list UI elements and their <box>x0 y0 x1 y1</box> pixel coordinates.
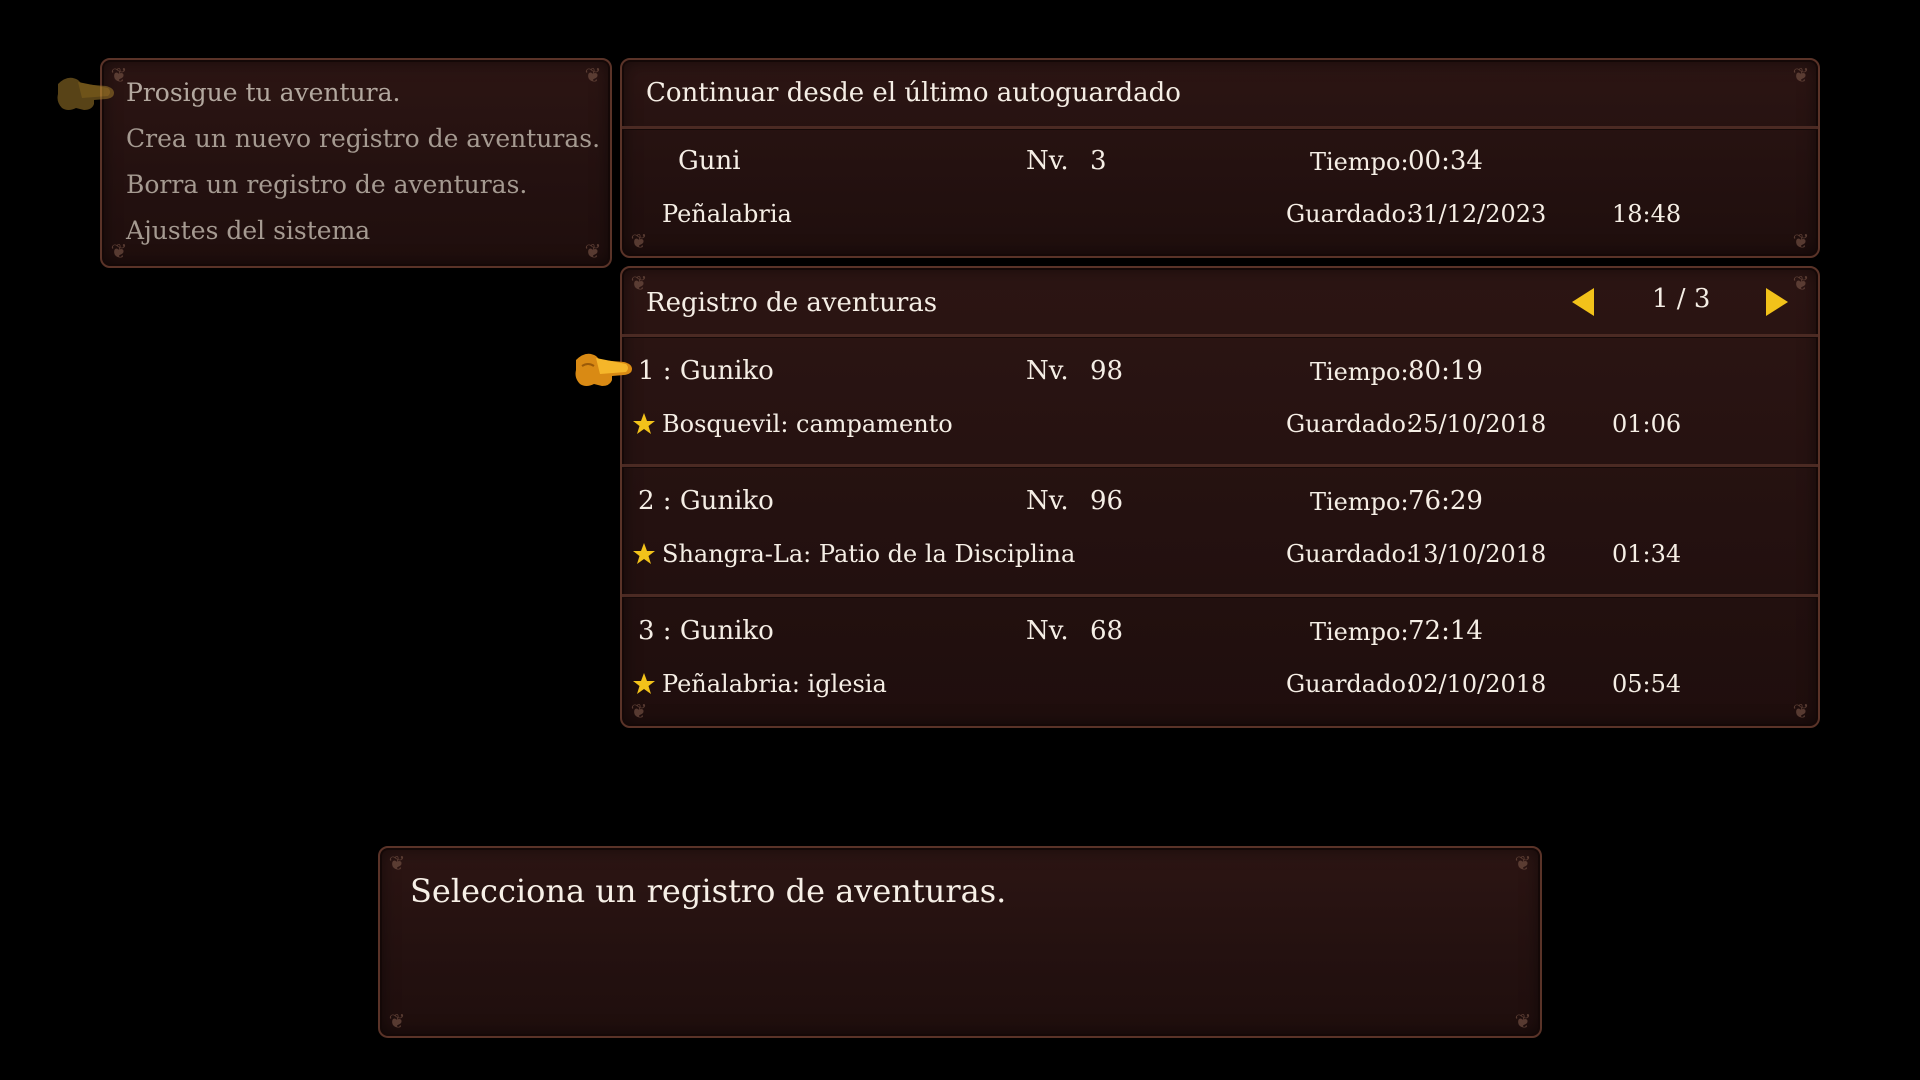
autosave-level-label: Nv. <box>1026 146 1069 176</box>
adventure-log-panel: ❦ ❦ ❦ ❦ Registro de aventuras 1 / 3 1 : … <box>620 266 1820 728</box>
menu-item-delete-record[interactable]: Borra un registro de aventuras. <box>126 170 527 199</box>
records-title: Registro de aventuras <box>646 288 938 318</box>
autosave-location: Peñalabria <box>662 200 792 228</box>
main-menu: ❦ ❦ ❦ ❦ Prosigue tu aventura. Crea un nu… <box>100 58 612 268</box>
record-slot-1[interactable]: 1 : Guniko Nv. 98 Tiempo: 80:19 Bosquevi… <box>622 338 1818 466</box>
slot-time: 76:29 <box>1408 486 1483 516</box>
corner-ornament-icon: ❦ <box>630 229 648 253</box>
corner-ornament-icon: ❦ <box>1792 63 1810 87</box>
slot-time: 72:14 <box>1408 616 1483 646</box>
slot-name: 3 : Guniko <box>638 616 774 646</box>
autosave-name: Guni <box>678 146 741 176</box>
message-box: ❦ ❦ ❦ ❦ Selecciona un registro de aventu… <box>378 846 1542 1038</box>
slot-saved-label: Guardado: <box>1286 410 1414 438</box>
star-icon <box>633 543 655 564</box>
slot-saved-time: 05:54 <box>1612 670 1682 698</box>
autosave-saved-date: 31/12/2023 <box>1408 200 1547 228</box>
divider <box>622 334 1818 337</box>
pointing-hand-icon <box>575 353 632 386</box>
record-slot-2[interactable]: 2 : Guniko Nv. 96 Tiempo: 76:29 Shangra-… <box>622 468 1818 596</box>
autosave-time: 00:34 <box>1408 146 1483 176</box>
arrow-left-icon[interactable] <box>1572 288 1594 316</box>
slot-location: Peñalabria: iglesia <box>662 670 887 698</box>
slot-location: Shangra-La: Patio de la Disciplina <box>662 540 1076 568</box>
corner-ornament-icon: ❦ <box>1514 851 1532 875</box>
divider <box>622 126 1818 129</box>
slot-saved-label: Guardado: <box>1286 670 1414 698</box>
corner-ornament-icon: ❦ <box>1792 271 1810 295</box>
slot-saved-label: Guardado: <box>1286 540 1414 568</box>
record-slot-3[interactable]: 3 : Guniko Nv. 68 Tiempo: 72:14 Peñalabr… <box>622 598 1818 726</box>
menu-item-new-record[interactable]: Crea un nuevo registro de aventuras. <box>126 124 600 153</box>
slot-saved-date: 02/10/2018 <box>1408 670 1547 698</box>
corner-ornament-icon: ❦ <box>584 63 602 87</box>
corner-ornament-icon: ❦ <box>388 851 406 875</box>
autosave-panel[interactable]: ❦ ❦ ❦ Continuar desde el último autoguar… <box>620 58 1820 258</box>
slot-level: 98 <box>1090 356 1124 386</box>
slot-time-label: Tiempo: <box>1310 488 1409 516</box>
autosave-saved-label: Guardado: <box>1286 200 1414 228</box>
slot-saved-date: 25/10/2018 <box>1408 410 1547 438</box>
slot-name: 1 : Guniko <box>638 356 774 386</box>
slot-name: 2 : Guniko <box>638 486 774 516</box>
menu-item-continue[interactable]: Prosigue tu aventura. <box>126 78 400 107</box>
corner-ornament-icon: ❦ <box>1792 229 1810 253</box>
slot-location: Bosquevil: campamento <box>662 410 953 438</box>
autosave-level: 3 <box>1090 146 1107 176</box>
slot-level-label: Nv. <box>1026 356 1069 386</box>
slot-saved-time: 01:34 <box>1612 540 1682 568</box>
page-indicator: 1 / 3 <box>1652 284 1711 314</box>
slot-saved-date: 13/10/2018 <box>1408 540 1547 568</box>
autosave-title: Continuar desde el último autoguardado <box>646 78 1181 108</box>
slot-level: 96 <box>1090 486 1124 516</box>
slot-level: 68 <box>1090 616 1124 646</box>
autosave-saved-time: 18:48 <box>1612 200 1682 228</box>
divider <box>622 464 1818 467</box>
slot-time: 80:19 <box>1408 356 1483 386</box>
star-icon <box>633 673 655 694</box>
slot-level-label: Nv. <box>1026 486 1069 516</box>
star-icon <box>633 413 655 434</box>
slot-time-label: Tiempo: <box>1310 618 1409 646</box>
message-text: Selecciona un registro de aventuras. <box>410 872 1007 910</box>
arrow-right-icon[interactable] <box>1766 288 1788 316</box>
slot-saved-time: 01:06 <box>1612 410 1682 438</box>
divider <box>622 594 1818 597</box>
corner-ornament-icon: ❦ <box>388 1009 406 1033</box>
corner-ornament-icon: ❦ <box>1514 1009 1532 1033</box>
pointing-hand-icon <box>57 77 114 110</box>
slot-time-label: Tiempo: <box>1310 358 1409 386</box>
slot-level-label: Nv. <box>1026 616 1069 646</box>
autosave-time-label: Tiempo: <box>1310 148 1409 176</box>
corner-ornament-icon: ❦ <box>584 239 602 263</box>
menu-item-system-settings[interactable]: Ajustes del sistema <box>126 216 370 245</box>
